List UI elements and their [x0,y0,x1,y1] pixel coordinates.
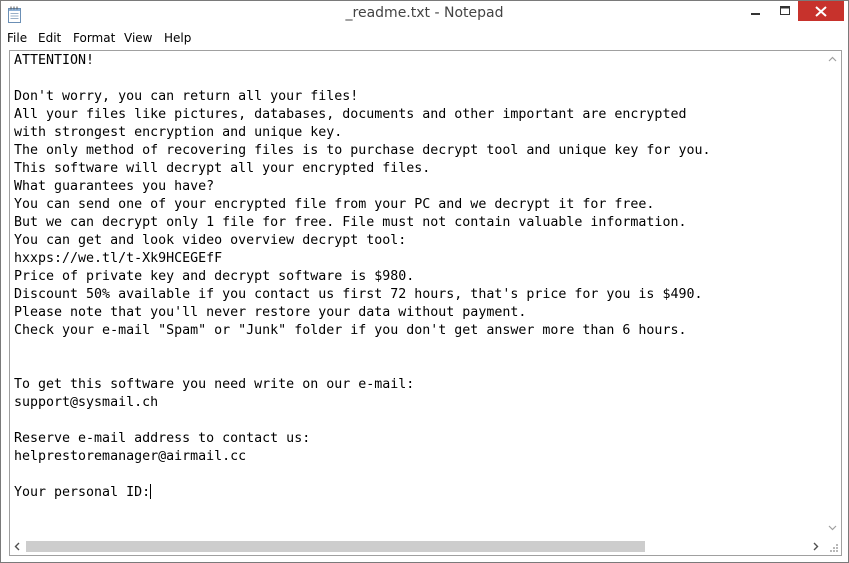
menu-file[interactable]: File [6,31,28,45]
minimize-button[interactable] [743,1,769,21]
text-line: What guarantees you have? [14,179,215,194]
window-title: _readme.txt - Notepad [345,5,504,21]
text-line: Discount 50% available if you contact us… [14,287,703,302]
text-content[interactable]: ATTENTION! Don't worry, you can return a… [10,51,824,538]
horizontal-scroll-thumb[interactable] [26,541,645,552]
text-line: Price of private key and decrypt softwar… [14,269,415,284]
scroll-right-icon[interactable] [812,542,820,551]
text-line: This software will decrypt all your encr… [14,161,431,176]
text-line: Don't worry, you can return all your fil… [14,89,359,104]
text-line: You can get and look video overview decr… [14,233,407,248]
scroll-up-icon[interactable] [828,55,837,63]
close-icon [815,5,827,17]
resize-grip-icon [830,544,838,552]
text-editor[interactable]: ATTENTION! Don't worry, you can return a… [9,50,842,556]
scroll-left-icon[interactable] [13,542,21,551]
personal-id-label: Your personal ID: [14,485,151,500]
title-bar[interactable]: _readme.txt - Notepad [1,1,848,29]
menu-help[interactable]: Help [163,31,192,45]
text-line: support@sysmail.ch [14,395,159,410]
maximize-icon [779,6,790,15]
vertical-scrollbar[interactable] [824,51,841,538]
menu-format[interactable]: Format [72,31,116,45]
text-line: All your files like pictures, databases,… [14,107,687,122]
menu-view[interactable]: View [123,31,153,45]
text-line: helprestoremanager@airmail.cc [14,449,247,464]
resize-grip[interactable] [824,538,841,555]
text-line: But we can decrypt only 1 file for free.… [14,215,687,230]
menu-bar: File Edit Format View Help [1,29,848,49]
text-line: ATTENTION! [14,53,95,68]
notepad-window: _readme.txt - Notepad File Edit Format V… [0,0,849,563]
text-line: To get this software you need write on o… [14,377,415,392]
text-line: hxxps://we.tl/t-Xk9HCEGEfF [14,251,223,266]
text-line: with strongest encryption and unique key… [14,125,343,140]
text-line: Please note that you'll never restore yo… [14,305,527,320]
maximize-button[interactable] [772,1,798,21]
text-line-cursor: Your personal ID: [14,484,152,502]
text-line: The only method of recovering files is t… [14,143,711,158]
text-line: Reserve e-mail address to contact us: [14,431,311,446]
text-caret [150,484,152,499]
scroll-down-icon[interactable] [828,524,837,532]
horizontal-scrollbar[interactable] [10,538,824,555]
text-line: You can send one of your encrypted file … [14,197,655,212]
minimize-icon [751,13,760,15]
close-button[interactable] [798,1,844,21]
menu-edit[interactable]: Edit [37,31,62,45]
text-line: Check your e-mail "Spam" or "Junk" folde… [14,323,687,338]
